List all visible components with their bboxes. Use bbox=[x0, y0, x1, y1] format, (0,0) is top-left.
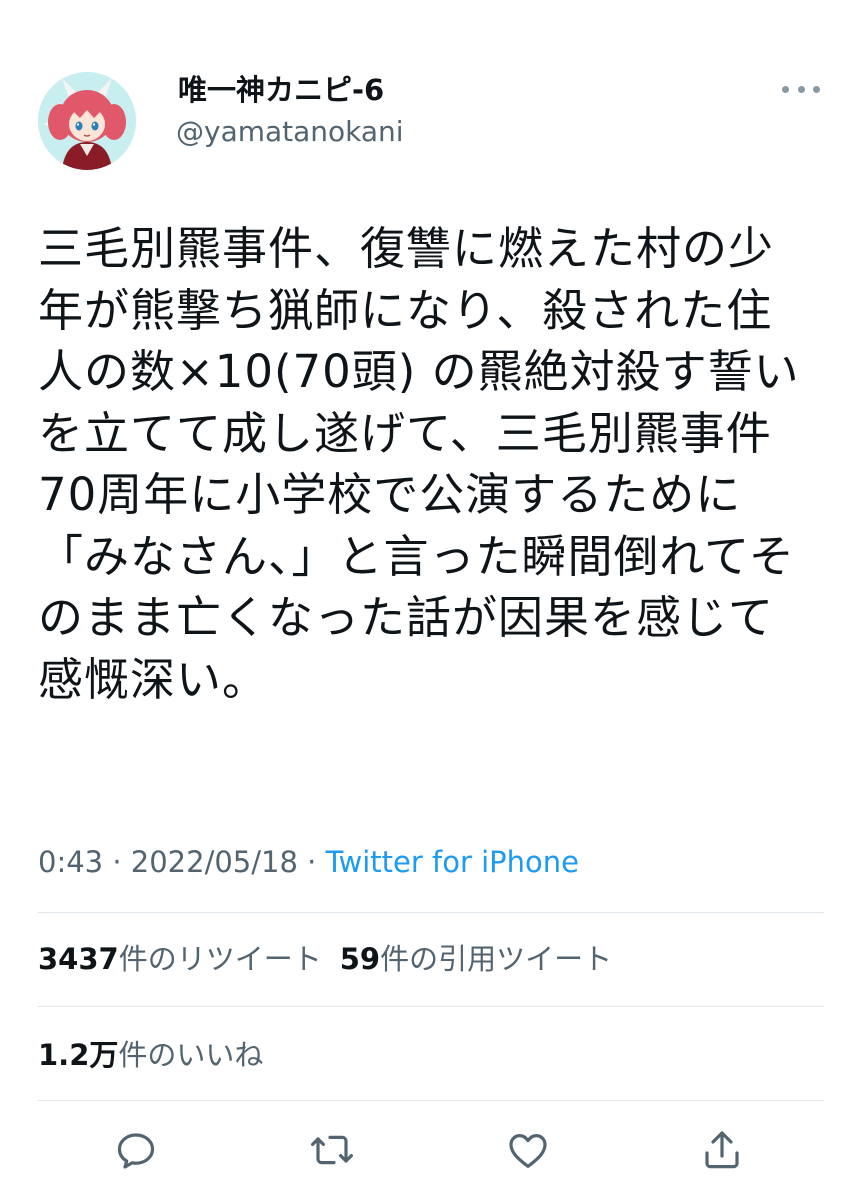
quotes-stat[interactable]: 59件の引用ツイート bbox=[340, 939, 612, 979]
reply-button[interactable] bbox=[112, 1126, 160, 1174]
likes-count: 1.2万 bbox=[38, 1038, 119, 1072]
more-dot bbox=[797, 85, 805, 93]
tweet-meta: 0:43 · 2022/05/18 · Twitter for iPhone bbox=[38, 842, 579, 882]
display-name[interactable]: 唯一神カニピ-6 bbox=[178, 70, 384, 110]
meta-separator: · bbox=[103, 845, 131, 879]
divider bbox=[38, 912, 824, 913]
more-dot bbox=[813, 85, 820, 93]
tweet-time[interactable]: 0:43 bbox=[38, 845, 103, 879]
tweet-text-line: 三毛別羆事件、復讐に燃えた村の少 bbox=[38, 222, 775, 275]
tweet-text-line: 「みなさん、」と言った瞬間倒れてそ bbox=[38, 529, 795, 583]
tweet-text-line: のまま亡くなった話が因果を感じて bbox=[38, 591, 775, 644]
retweet-icon bbox=[311, 1135, 353, 1165]
tweet-text-line: 人の数×10(70頭) の羆絶対殺す誓い bbox=[38, 345, 800, 398]
tweet-card: 唯一神カニピ-6 @yamatanokani 三毛別羆事件、復讐に燃えた村の少 … bbox=[0, 0, 860, 1200]
tweet-text-line: 70周年に小学校で公演するために bbox=[38, 468, 742, 521]
tweet-text-line: を立てて成し遂げて、三毛別羆事件 bbox=[38, 406, 772, 460]
meta-separator: · bbox=[297, 845, 326, 879]
likes-stat[interactable]: 1.2万件のいいね bbox=[38, 1035, 263, 1075]
quotes-label: 件の引用ツイート bbox=[380, 942, 613, 976]
tweet-source-link[interactable]: Twitter for iPhone bbox=[326, 845, 579, 879]
avatar[interactable] bbox=[38, 72, 136, 170]
tweet-text: 三毛別羆事件、復讐に燃えた村の少 年が熊撃ち猟師になり、殺された住 人の数×10… bbox=[38, 218, 828, 710]
user-handle[interactable]: @yamatanokani bbox=[176, 112, 404, 152]
likes-label: 件のいいね bbox=[118, 1038, 264, 1072]
retweets-count: 3437 bbox=[38, 942, 119, 976]
avatar-image bbox=[38, 72, 136, 170]
divider bbox=[38, 1006, 824, 1007]
tweet-date[interactable]: 2022/05/18 bbox=[131, 845, 298, 879]
likes-stats-row: 1.2万件のいいね bbox=[38, 1035, 281, 1075]
retweets-label: 件のリツイート bbox=[118, 942, 322, 976]
retweet-stats-row: 3437件のリツイート 59件の引用ツイート bbox=[38, 939, 630, 979]
quotes-count: 59 bbox=[339, 942, 381, 976]
share-button[interactable] bbox=[698, 1126, 746, 1174]
like-button[interactable] bbox=[504, 1126, 552, 1174]
divider bbox=[38, 1100, 824, 1101]
tweet-text-line: 年が熊撃ち猟師になり、殺された住 bbox=[38, 283, 773, 337]
retweets-stat[interactable]: 3437件のリツイート bbox=[38, 939, 322, 979]
more-options-icon[interactable] bbox=[776, 74, 826, 104]
share-icon bbox=[705, 1131, 739, 1169]
reply-icon bbox=[117, 1133, 155, 1169]
retweet-button[interactable] bbox=[308, 1126, 356, 1174]
tweet-text-line: 感慨深い。 bbox=[38, 652, 269, 706]
action-bar bbox=[0, 1118, 860, 1182]
more-dot bbox=[782, 85, 789, 93]
heart-icon bbox=[509, 1134, 547, 1168]
